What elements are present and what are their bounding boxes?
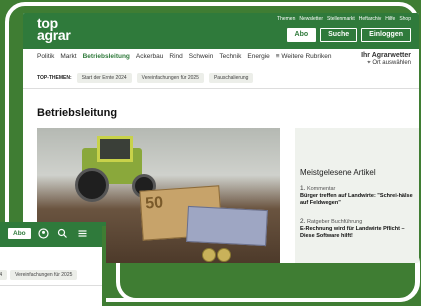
search-button[interactable]: Suche [320,28,358,42]
mobile-right-edge [102,226,106,306]
top-link-newsletter[interactable]: Newsletter [299,16,323,22]
nav-ackerbau[interactable]: Ackerbau [136,53,163,60]
most-read-category: Ratgeber Buchführung [306,219,363,225]
divider [23,88,419,89]
top-link-heftarchiv[interactable]: Heftarchiv [359,16,382,22]
most-read-title[interactable]: Bürger treffen auf Landwirte: "Schrei-hä… [300,193,413,206]
top-topics-label: TOP-THEMEN: [37,75,72,81]
nav-politik[interactable]: Politik [37,53,54,60]
mobile-topic-chip-vereinfachungen[interactable]: Vereinfachungen für 2025 [10,270,78,280]
top-link-shop[interactable]: Shop [399,16,411,22]
location-pin-icon: ⌖ [367,60,371,66]
most-read-item[interactable]: 1. Kommentar Bürger treffen auf Landwirt… [300,185,416,207]
weather-title: Ihr Agrarwetter [361,52,411,59]
weather-widget[interactable]: Ihr Agrarwetter ⌖ Ort auswählen [361,52,411,67]
nav-more[interactable]: ≡ Weitere Rubriken [276,53,332,60]
weather-location[interactable]: Ort auswählen [372,60,411,66]
nav-rind[interactable]: Rind [169,53,182,60]
mobile-header: Abo [0,222,106,247]
most-read-item[interactable]: 2. Ratgeber Buchführung E-Rechnung wird … [300,218,416,240]
tractor-wheel-rear [75,168,109,202]
top-link-themen[interactable]: Themen [277,16,295,22]
login-button[interactable]: Einloggen [361,28,411,42]
tractor-cab-shape [97,136,133,162]
abo-button[interactable]: Abo [286,28,317,42]
most-read-number: 2. [300,218,306,225]
top-link-stellenmarkt[interactable]: Stellenmarkt [327,16,355,22]
banknote-second [186,205,268,247]
mobile-divider [0,285,106,286]
most-read-title[interactable]: E-Rechnung wird für Landwirte Pflicht – … [300,226,405,239]
topic-chip-vereinfachungen[interactable]: Vereinfachungen für 2025 [136,73,204,83]
topic-chip-pauschalierung[interactable]: Pauschalierung [208,73,254,83]
nav-markt[interactable]: Markt [60,53,76,60]
mobile-abo-button[interactable]: Abo [8,228,31,239]
top-link-hilfe[interactable]: Hilfe [385,16,395,22]
user-circle-icon[interactable] [38,228,49,239]
mobile-screenshot: Abo 2024 Vereinfachungen für 2025 [0,222,106,306]
site-header: top agrar Themen Newsletter Stellenmarkt … [23,13,419,49]
most-read-number: 1. [300,185,306,192]
search-icon[interactable] [57,228,68,239]
hamburger-menu-icon[interactable] [77,228,88,239]
mobile-topics: 2024 Vereinfachungen für 2025 [0,270,78,280]
top-links: Themen Newsletter Stellenmarkt Heftarchi… [277,16,411,22]
most-read-sidebar: Meistgelesene Artikel 1. Kommentar Bürge… [295,128,419,263]
top-agrar-logo[interactable]: top agrar [37,16,71,42]
most-read-heading: Meistgelesene Artikel [300,168,376,177]
page-title: Betriebsleitung [37,107,118,119]
main-nav: Politik Markt Betriebsleitung Ackerbau R… [37,53,331,60]
top-topics: TOP-THEMEN: Start der Ernte 2024 Vereinf… [37,73,254,83]
nav-betriebsleitung[interactable]: Betriebsleitung [83,53,130,60]
mobile-topic-chip-2024[interactable]: 2024 [0,270,8,280]
topic-chip-ernte[interactable]: Start der Ernte 2024 [76,73,132,83]
coin [217,248,231,262]
most-read-category: Kommentar [306,186,336,192]
coin [202,248,216,262]
nav-technik[interactable]: Technik [219,53,241,60]
nav-energie[interactable]: Energie [247,53,269,60]
nav-schwein[interactable]: Schwein [189,53,214,60]
banknote-value: 50 [144,194,164,213]
